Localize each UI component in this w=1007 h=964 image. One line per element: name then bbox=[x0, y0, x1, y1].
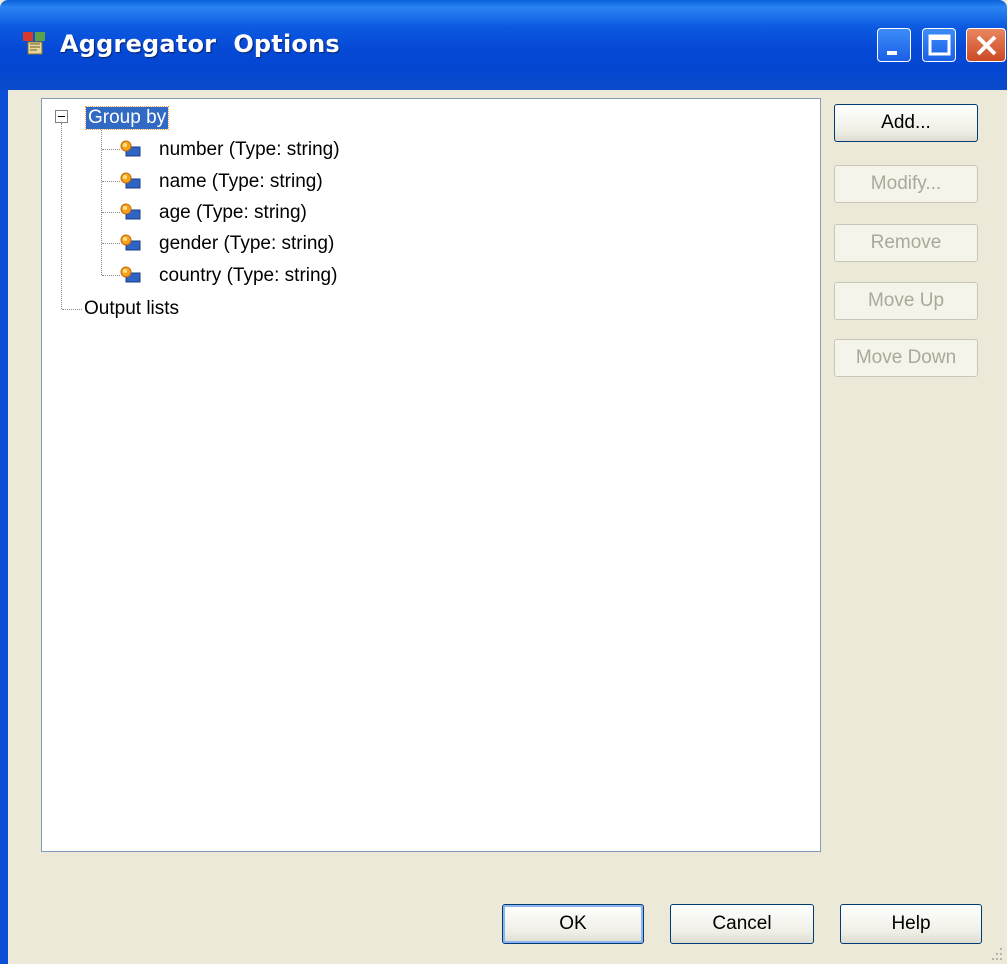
field-icon bbox=[120, 234, 141, 251]
add-button[interactable]: Add... bbox=[834, 104, 978, 142]
ok-button[interactable]: OK bbox=[502, 904, 644, 944]
maximize-icon bbox=[928, 34, 951, 56]
field-icon bbox=[120, 172, 141, 189]
move-down-button[interactable]: Move Down bbox=[834, 339, 978, 377]
tree-line bbox=[102, 181, 120, 182]
resize-grip-icon[interactable] bbox=[990, 945, 1004, 961]
window-title: Aggregator Options bbox=[60, 30, 340, 58]
aggregator-tree-view[interactable]: Group by number (Type: string) name (Typ… bbox=[41, 98, 821, 852]
tree-item-label: country (Type: string) bbox=[159, 265, 338, 286]
maximize-button[interactable] bbox=[922, 28, 956, 62]
tree-line bbox=[61, 123, 62, 309]
tree-item-label: gender (Type: string) bbox=[159, 233, 335, 254]
aggregator-options-dialog: Aggregator Options Group by number (Type… bbox=[0, 0, 1007, 964]
field-icon bbox=[120, 266, 141, 283]
tree-item-label: name (Type: string) bbox=[159, 171, 323, 192]
field-icon bbox=[120, 203, 141, 220]
tree-item-label: number (Type: string) bbox=[159, 139, 340, 160]
tree-line bbox=[62, 309, 82, 310]
tree-node-output-lists[interactable]: Output lists bbox=[84, 298, 179, 320]
cancel-button[interactable]: Cancel bbox=[670, 904, 814, 944]
app-icon bbox=[23, 32, 45, 55]
title-bar[interactable]: Aggregator Options bbox=[0, 0, 1007, 90]
remove-button[interactable]: Remove bbox=[834, 224, 978, 262]
tree-line bbox=[102, 149, 120, 150]
tree-line bbox=[102, 275, 120, 276]
collapse-toggle-icon[interactable] bbox=[55, 110, 68, 123]
tree-line bbox=[102, 212, 120, 213]
minimize-button[interactable] bbox=[877, 28, 911, 62]
close-icon bbox=[976, 35, 997, 56]
move-up-button[interactable]: Move Up bbox=[834, 282, 978, 320]
close-button[interactable] bbox=[966, 28, 1006, 62]
tree-item-label: age (Type: string) bbox=[159, 202, 307, 223]
tree-line bbox=[102, 243, 120, 244]
window-frame-left bbox=[0, 90, 8, 964]
modify-button[interactable]: Modify... bbox=[834, 165, 978, 203]
help-button[interactable]: Help bbox=[840, 904, 982, 944]
tree-line bbox=[101, 125, 102, 275]
tree-node-group-by[interactable]: Group by bbox=[84, 106, 170, 130]
minimize-icon bbox=[887, 51, 897, 55]
field-icon bbox=[120, 140, 141, 157]
